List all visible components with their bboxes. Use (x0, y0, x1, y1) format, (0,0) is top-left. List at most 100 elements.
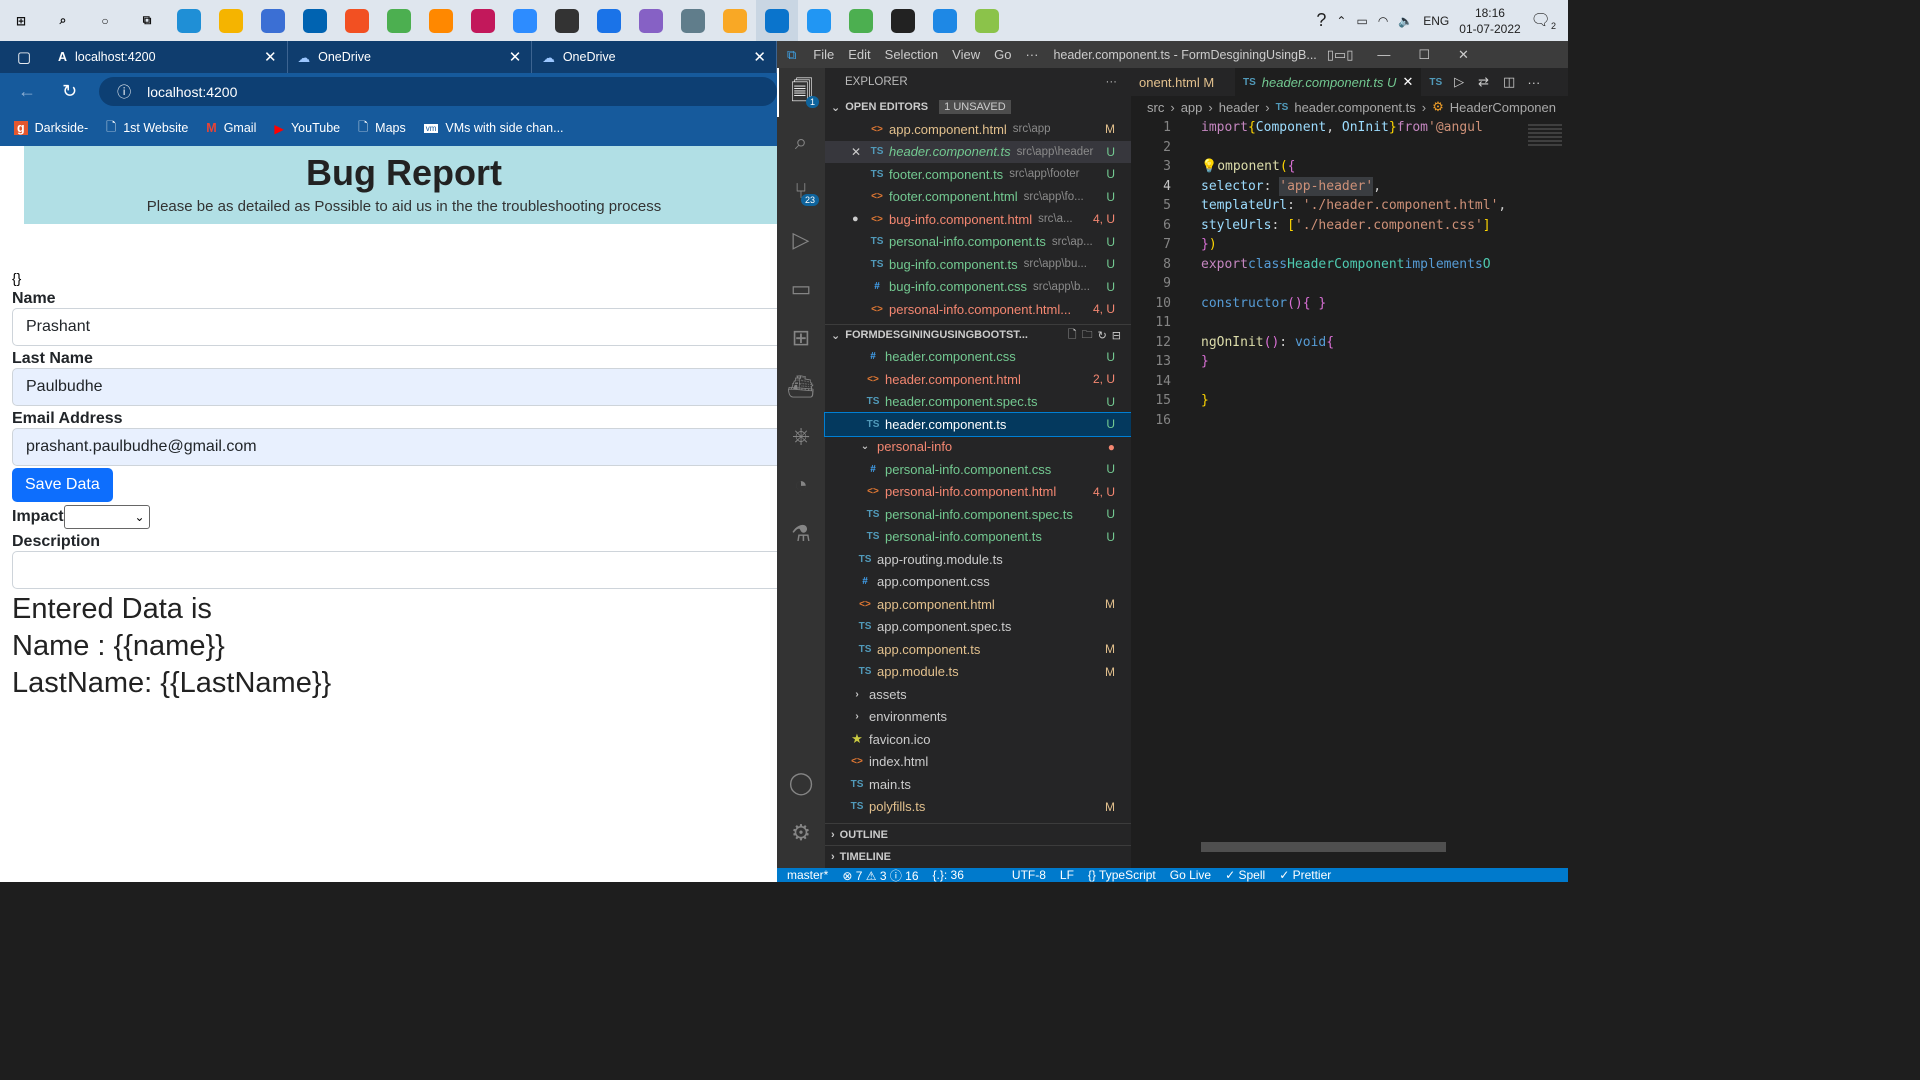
close-icon[interactable]: ✕ (1402, 74, 1413, 90)
close-icon[interactable]: ✕ (753, 48, 766, 66)
photos-icon[interactable] (924, 0, 966, 41)
cortana-icon[interactable]: ○ (84, 0, 126, 41)
edge-devtools-icon[interactable]: ◔ (777, 460, 825, 509)
name-input[interactable]: Prashant (12, 308, 777, 346)
docker-icon[interactable]: ⛴ (777, 362, 825, 411)
outline-section[interactable]: › OUTLINE (825, 823, 1131, 845)
status-prettier-icon[interactable]: ✓ Prettier (1279, 868, 1331, 882)
menu-file[interactable]: File (806, 47, 841, 62)
explorer-icon[interactable]: 🗐 1 (777, 68, 825, 117)
windows-icon[interactable]: ⊞ (0, 0, 42, 41)
run-icon[interactable]: ▷ (1454, 74, 1464, 90)
status-eol[interactable]: LF (1060, 868, 1074, 882)
file-tree-item[interactable]: ⌄ personal-info ● (825, 436, 1131, 459)
clock[interactable]: 18:16 01-07-2022 (1459, 5, 1520, 37)
remote-explorer-icon[interactable]: ▭ (777, 264, 825, 313)
file-tree-item[interactable]: # header.component.css U (825, 346, 1131, 369)
open-editor-item[interactable]: <> personal-info.component.html... 4, U (825, 298, 1131, 321)
menu-more[interactable]: ··· (1018, 47, 1045, 62)
tab-localhost[interactable]: A localhost:4200 ✕ (48, 41, 288, 73)
open-editor-item[interactable]: TS personal-info.component.ts src\ap... U (825, 231, 1131, 254)
zoom-icon[interactable] (504, 0, 546, 41)
bookmark-vms[interactable]: vm VMs with side chan... (423, 121, 564, 135)
status-encoding[interactable]: UTF-8 (1012, 868, 1046, 882)
refresh-icon[interactable]: ↻ (1098, 329, 1107, 342)
open-editor-item[interactable]: TS bug-info.component.ts src\app\bu... U (825, 253, 1131, 276)
file-tree-item[interactable]: TS header.component.spec.ts U (825, 391, 1131, 414)
file-tree-item[interactable]: TS header.component.ts U (824, 412, 1132, 437)
minimize-icon[interactable]: — (1377, 47, 1390, 62)
file-tree-item[interactable]: <> app.component.html M (825, 593, 1131, 616)
atom-icon[interactable] (840, 0, 882, 41)
mail-icon[interactable] (294, 0, 336, 41)
source-control-icon[interactable]: ⑂ 23 (777, 166, 825, 215)
chrome-icon[interactable] (378, 0, 420, 41)
file-tree-item[interactable]: TS app.component.spec.ts (825, 616, 1131, 639)
open-editor-item[interactable]: <> app.component.html src\app M (825, 118, 1131, 141)
teams-icon[interactable] (588, 0, 630, 41)
tab-onedrive-2[interactable]: ☁ OneDrive ✕ (532, 41, 777, 73)
kubernetes-icon[interactable]: ⎈ (777, 411, 825, 460)
run-debug-icon[interactable]: ▷ (777, 215, 825, 264)
menu-go[interactable]: Go (987, 47, 1018, 62)
file-tree-item[interactable]: TS app-routing.module.ts (825, 548, 1131, 571)
close-icon[interactable]: ✕ (264, 48, 277, 66)
email-input[interactable]: prashant.paulbudhe@gmail.com (12, 428, 777, 466)
status-info-icon[interactable]: {.}: 36 (933, 868, 964, 882)
open-editor-item[interactable]: # bug-info.component.css src\app\b... U (825, 276, 1131, 299)
file-tree-item[interactable]: TS app.module.ts M (825, 661, 1131, 684)
close-icon[interactable]: ✕ (851, 145, 861, 159)
brave-icon[interactable] (336, 0, 378, 41)
vscode-icon[interactable] (756, 0, 798, 41)
search-icon[interactable]: ⌕ (42, 0, 84, 41)
file-explorer-icon[interactable] (210, 0, 252, 41)
extensions-icon[interactable]: ⊞ (777, 313, 825, 362)
open-editors-section[interactable]: ⌄ OPEN EDITORS 1 UNSAVED (825, 96, 1131, 118)
timeline-section[interactable]: › TIMELINE (825, 845, 1131, 867)
impact-select[interactable]: ⌄ (63, 505, 150, 529)
status-problems-icon[interactable]: ⊗ 7 ⚠ 3 ⓘ 16 (842, 868, 918, 883)
open-editor-item[interactable]: ✕ TS header.component.ts src\app\header U (825, 140, 1131, 163)
file-tree-item[interactable]: <> index.html (825, 751, 1131, 774)
project-section[interactable]: ⌄ FORMDESGININGUSINGBOOTST... 🗋 🗀 ↻ ⊟ (825, 323, 1131, 346)
bookmark-darkside[interactable]: g Darkside- (14, 121, 88, 135)
menu-selection[interactable]: Selection (878, 47, 945, 62)
file-tree-item[interactable]: › assets (825, 683, 1131, 706)
notification-icon[interactable]: 🗨2 (1531, 10, 1556, 31)
file-tree-item[interactable]: # personal-info.component.css U (825, 458, 1131, 481)
file-tree-item[interactable]: # app.component.css (825, 571, 1131, 594)
open-editor-item[interactable]: ● <> bug-info.component.html src\a... 4, U (825, 208, 1131, 231)
obs-icon[interactable] (546, 0, 588, 41)
store-icon[interactable] (252, 0, 294, 41)
wifi-icon[interactable]: ◠ (1378, 14, 1388, 28)
compare-icon[interactable]: ⇄ (1478, 74, 1489, 90)
bookmark-maps[interactable]: 🗋 Maps (358, 118, 406, 139)
status-branch-icon[interactable]: master* (787, 868, 828, 882)
tab-more-ts[interactable]: TS (1421, 68, 1450, 96)
url-bar[interactable]: ⓘ localhost:4200 (99, 77, 777, 106)
language-indicator[interactable]: ENG (1423, 14, 1449, 28)
gear-icon[interactable]: ⚙ (777, 808, 825, 857)
app-icon[interactable] (672, 0, 714, 41)
tab-app-component-html[interactable]: onent.html M (1131, 68, 1235, 96)
vlc-icon[interactable] (420, 0, 462, 41)
lastname-input[interactable]: Paulbudhe (12, 368, 777, 406)
collapse-icon[interactable]: ⊟ (1112, 329, 1121, 342)
file-tree-item[interactable]: TS personal-info.component.ts U (825, 526, 1131, 549)
open-editor-item[interactable]: TS footer.component.ts src\app\footer U (825, 163, 1131, 186)
split-editor-icon[interactable]: ◫ (1503, 74, 1515, 90)
status-language-mode[interactable]: {} TypeScript (1088, 868, 1156, 882)
file-tree-item[interactable]: ★ favicon.ico (825, 728, 1131, 751)
file-tree-item[interactable]: TS main.ts (825, 773, 1131, 796)
menu-view[interactable]: View (945, 47, 987, 62)
tab-onedrive-1[interactable]: ☁ OneDrive ✕ (288, 41, 533, 73)
paint-icon[interactable] (966, 0, 1008, 41)
close-icon[interactable]: ✕ (1458, 47, 1469, 63)
more-icon[interactable]: ··· (1527, 75, 1540, 90)
tab-actions-icon[interactable]: ▢ (0, 48, 48, 66)
battery-icon[interactable]: ▭ (1356, 14, 1367, 28)
task-view-icon[interactable]: ⧉ (126, 0, 168, 41)
refresh-icon[interactable]: ↻ (62, 81, 77, 102)
file-tree-item[interactable]: TS personal-info.component.spec.ts U (825, 503, 1131, 526)
horizontal-scrollbar[interactable] (1201, 842, 1446, 852)
